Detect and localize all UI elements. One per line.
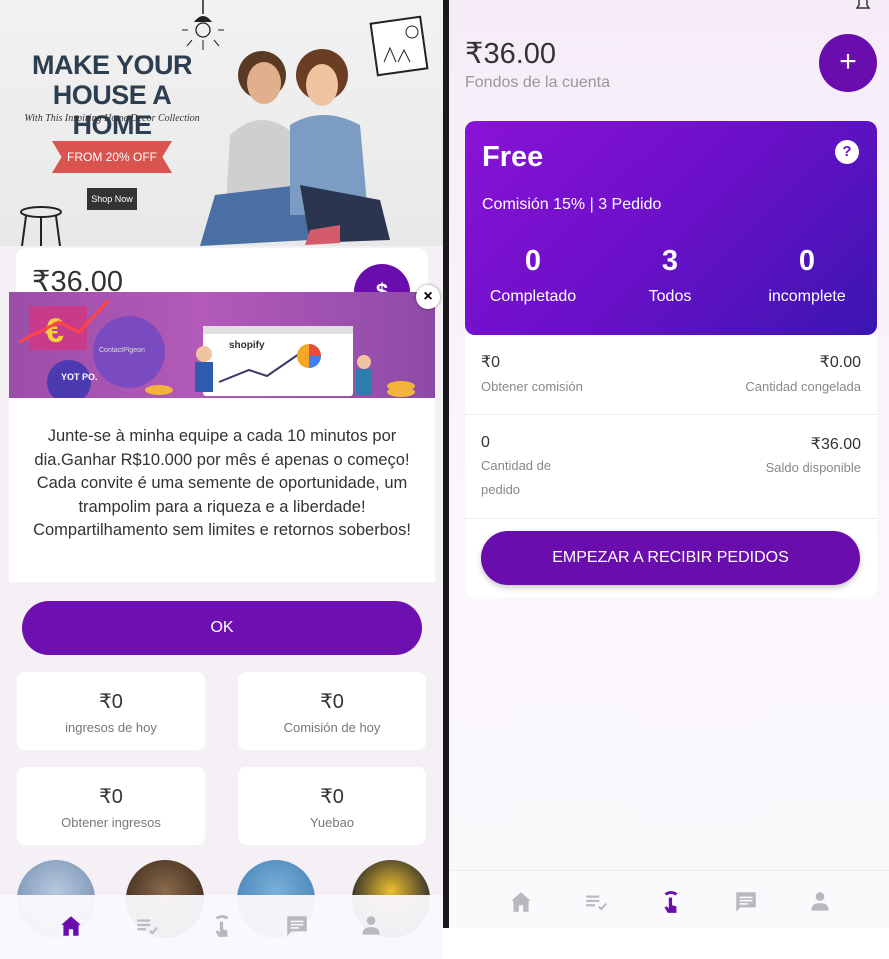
feature-circles (0, 860, 443, 938)
stat-card-yuebao: ₹0 Yuebao (238, 767, 426, 845)
stat-card-today-income: ₹0 ingresos de hoy (17, 672, 205, 750)
stat-label: ingresos de hoy (65, 720, 157, 735)
detail-value: 0 (481, 434, 490, 451)
plan-stat-label: Todos (648, 288, 692, 305)
plan-stat-value: 0 (798, 245, 816, 277)
tap-icon[interactable] (658, 889, 684, 915)
account-balance: ₹36.00 (465, 38, 557, 70)
tap-icon[interactable] (209, 913, 235, 939)
add-funds-button[interactable]: + (819, 34, 877, 92)
stat-value: ₹0 (99, 786, 123, 808)
stat-value: ₹0 (320, 786, 344, 808)
screen: MAKE YOUR HOUSE A HOME With This Inspiri… (0, 0, 889, 959)
svg-text:YOT PO.: YOT PO. (61, 372, 98, 382)
plan-stat-label: incomplete (768, 288, 846, 305)
discount-ribbon: FROM 20% OFF (52, 141, 172, 173)
picture-frame-illustration (369, 15, 429, 77)
account-balance-label: Fondos de la cuenta (465, 74, 610, 91)
right-phone: ₹36.00 Fondos de la cuenta + Free ? Comi… (449, 0, 889, 928)
help-icon[interactable]: ? (835, 140, 859, 164)
stool-illustration (20, 206, 62, 246)
close-icon[interactable]: × (416, 285, 440, 309)
detail-label: Saldo disponible (765, 460, 861, 475)
detail-row-commission: ₹0 Obtener comisión ₹0.00 Cantidad conge… (465, 335, 877, 415)
ecommerce-illustration: € ContactPigeon YOT PO. shopify (18, 298, 415, 398)
start-orders-button[interactable]: EMPEZAR A RECIBIR PEDIDOS (481, 531, 860, 585)
detail-label: Obtener comisión (481, 379, 583, 394)
promo-banner[interactable]: MAKE YOUR HOUSE A HOME With This Inspiri… (0, 0, 443, 246)
detail-label: Cantidad congelada (745, 379, 861, 394)
plan-stat-completed: 0 Completado (463, 245, 603, 306)
plan-stat-value: 0 (524, 245, 542, 277)
plan-card: Free ? Comisión 15% | 3 Pedido 0 Complet… (465, 121, 877, 335)
plan-stat-incomplete: 0 incomplete (737, 245, 877, 306)
detail-label: Cantidad de pedido (481, 458, 552, 497)
person-icon[interactable] (358, 913, 384, 939)
plan-name: Free (482, 141, 544, 173)
banner-subtitle: With This Inspiring Home Decor Collectio… (24, 113, 200, 124)
detail-value: ₹36.00 (810, 436, 861, 453)
home-icon[interactable] (58, 913, 84, 939)
plan-stat-all: 3 Todos (600, 245, 740, 306)
detail-value: ₹0.00 (819, 354, 861, 371)
stat-label: Comisión de hoy (283, 720, 381, 735)
plan-commission: Comisión 15% | 3 Pedido (482, 196, 662, 213)
home-icon[interactable] (508, 889, 534, 915)
bottom-blank-area (443, 928, 889, 959)
bottom-nav (0, 895, 443, 959)
svg-text:shopify: shopify (229, 340, 265, 351)
stat-card-today-commission: ₹0 Comisión de hoy (238, 672, 426, 750)
plan-stat-label: Completado (489, 288, 577, 305)
plan-stat-value: 3 (661, 245, 679, 277)
stat-value: ₹0 (99, 691, 123, 713)
bottom-nav (449, 870, 889, 928)
stat-card-obtain-income: ₹0 Obtener ingresos (17, 767, 205, 845)
chat-icon[interactable] (284, 913, 310, 939)
account-details: ₹0 Obtener comisión ₹0.00 Cantidad conge… (465, 335, 877, 597)
bell-icon[interactable] (853, 0, 873, 14)
banner-title: MAKE YOUR HOUSE A HOME (22, 50, 202, 140)
detail-value: ₹0 (481, 354, 501, 371)
detail-row-orders: 0 Cantidad de pedido ₹36.00 Saldo dispon… (465, 415, 877, 519)
stat-label: Yuebao (309, 815, 355, 830)
chat-icon[interactable] (733, 889, 759, 915)
modal-message: Junte-se à minha equipe a cada 10 minuto… (33, 427, 411, 539)
shop-now-button[interactable]: Shop Now (87, 188, 137, 210)
left-phone: MAKE YOUR HOUSE A HOME With This Inspiri… (0, 0, 443, 959)
announcement-modal: € ContactPigeon YOT PO. shopify Junte-se… (9, 292, 435, 582)
banner-title-line2: HOUSE A HOME (52, 80, 172, 140)
stat-value: ₹0 (320, 691, 344, 713)
svg-text:€: € (45, 312, 64, 350)
modal-illustration: € ContactPigeon YOT PO. shopify (9, 292, 435, 398)
list-check-icon[interactable] (583, 889, 609, 915)
svg-text:ContactPigeon: ContactPigeon (99, 347, 145, 354)
ok-button[interactable]: OK (22, 601, 422, 655)
list-check-icon[interactable] (134, 913, 160, 939)
stat-label: Obtener ingresos (61, 815, 161, 830)
person-icon[interactable] (807, 889, 833, 915)
banner-title-line1: MAKE YOUR (31, 50, 193, 80)
